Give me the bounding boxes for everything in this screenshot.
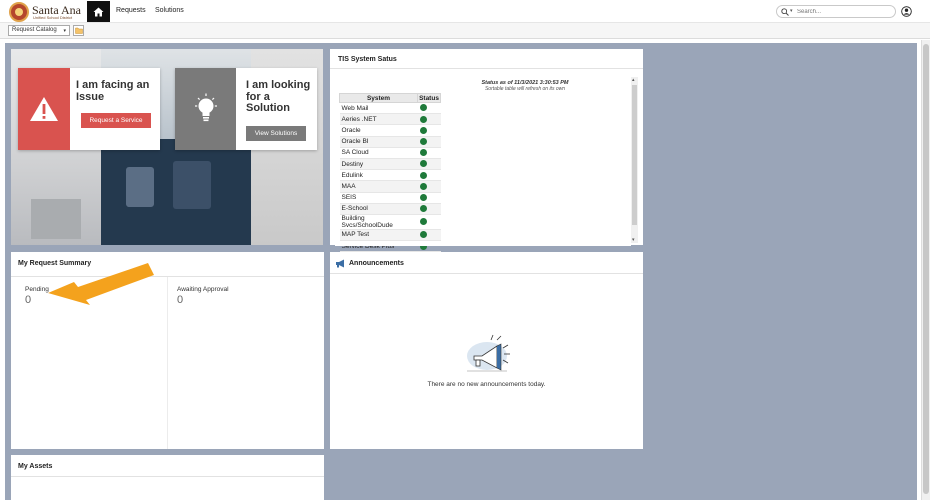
table-row: Aeries .NET xyxy=(339,113,441,126)
system-name: MAP Test xyxy=(339,229,418,242)
system-name: SA Cloud xyxy=(339,147,418,159)
table-row: Web Mail xyxy=(339,102,441,115)
no-announcements-message: There are no new announcements today. xyxy=(427,381,546,388)
page-scroll-thumb[interactable] xyxy=(923,44,929,494)
status-up-icon xyxy=(419,193,427,201)
hero-banner: I am facing an Issue Request a Service I… xyxy=(11,49,323,245)
request-catalog-select[interactable]: Request Catalog ▾ xyxy=(8,25,70,36)
table-row: MAP Test xyxy=(339,229,441,242)
chevron-down-icon: ▾ xyxy=(63,28,66,34)
table-row: SEIS xyxy=(339,192,441,204)
system-name: Oracle BI xyxy=(339,136,418,148)
status-up-icon xyxy=(419,149,427,157)
issue-card[interactable]: I am facing an Issue Request a Service xyxy=(18,68,160,150)
table-row: MAA xyxy=(339,180,441,193)
solution-card[interactable]: I am looking for a Solution View Solutio… xyxy=(175,68,317,150)
toolbar: Request Catalog ▾ xyxy=(0,23,930,39)
awaiting-approval-count[interactable]: 0 xyxy=(177,294,183,306)
pending-count[interactable]: 0 xyxy=(25,294,31,306)
home-icon xyxy=(93,7,104,16)
status-up-icon xyxy=(419,160,427,168)
table-row: Building Svcs/SchoolDude xyxy=(339,214,441,230)
home-button[interactable] xyxy=(87,1,110,22)
announcements-panel: Announcements There are no new announcem… xyxy=(330,252,643,449)
user-profile-icon[interactable] xyxy=(901,6,912,17)
status-up-icon xyxy=(419,171,427,179)
lightbulb-icon xyxy=(194,93,217,122)
status-panel-title: TIS System Satus xyxy=(338,56,397,63)
page-scrollbar[interactable] xyxy=(921,40,930,500)
search-dropdown-icon[interactable]: ▾ xyxy=(790,8,793,14)
search-box[interactable]: ▾ xyxy=(776,5,896,18)
table-row: SA Cloud xyxy=(339,147,441,159)
announcements-title: Announcements xyxy=(349,260,404,267)
status-up-icon xyxy=(419,126,427,134)
search-icon[interactable] xyxy=(781,8,789,16)
assets-title: My Assets xyxy=(18,463,53,470)
system-name: Edulink xyxy=(339,169,418,182)
catalog-folder-button[interactable] xyxy=(73,25,84,36)
search-input[interactable] xyxy=(797,7,892,17)
issue-card-icon-area xyxy=(18,68,70,150)
request-service-button[interactable]: Request a Service xyxy=(81,113,151,128)
awaiting-approval-label[interactable]: Awaiting Approval xyxy=(177,286,229,293)
system-name: Web Mail xyxy=(339,102,418,115)
divider xyxy=(167,277,168,449)
status-up-icon xyxy=(419,231,427,239)
scroll-down-icon[interactable]: ▾ xyxy=(632,237,635,243)
folder-icon xyxy=(74,27,83,34)
system-name: Destiny xyxy=(339,158,418,171)
column-header-status[interactable]: Status xyxy=(417,93,441,103)
table-row: Oracle BI xyxy=(339,136,441,148)
system-name: E-School xyxy=(339,203,418,215)
status-up-icon xyxy=(419,104,427,112)
system-name: SEIS xyxy=(339,192,418,204)
nav-requests[interactable]: Requests xyxy=(116,7,146,14)
status-refresh-note: Sortable table will refresh on its own xyxy=(484,86,566,92)
status-up-icon xyxy=(419,138,427,146)
empty-announcements-illustration-icon xyxy=(467,334,510,372)
system-name: MAA xyxy=(339,180,418,193)
status-up-icon xyxy=(419,115,427,123)
status-panel-header: TIS System Satus xyxy=(330,49,643,69)
status-up-icon xyxy=(419,218,427,226)
nav-solutions[interactable]: Solutions xyxy=(155,7,184,14)
column-header-system[interactable]: System xyxy=(339,93,418,103)
hero-image-detail xyxy=(173,161,211,209)
my-assets-panel: My Assets xyxy=(11,455,324,500)
scroll-up-icon[interactable]: ▴ xyxy=(632,77,635,83)
system-name: Oracle xyxy=(339,124,418,137)
solution-card-icon-area xyxy=(175,68,236,150)
top-nav: Santa Ana Unified School District Reques… xyxy=(0,0,930,23)
hero-image-detail xyxy=(31,199,81,239)
status-scroll-thumb[interactable] xyxy=(632,85,637,225)
table-row: Oracle xyxy=(339,124,441,137)
solution-card-title: I am looking for a Solution xyxy=(246,79,311,114)
annotation-arrow-icon xyxy=(48,263,154,305)
view-solutions-button[interactable]: View Solutions xyxy=(246,126,306,141)
system-status-table: System Status Web Mail Aeries .NET Oracl… xyxy=(339,93,441,253)
table-row: Edulink xyxy=(339,169,441,182)
divider xyxy=(11,476,324,477)
system-name: Aeries .NET xyxy=(339,113,418,126)
hero-image-detail xyxy=(126,167,154,207)
status-scrollbar[interactable]: ▴ ▾ xyxy=(631,77,638,243)
seal-icon xyxy=(9,2,29,22)
status-up-icon xyxy=(419,205,427,213)
system-name: Building Svcs/SchoolDude xyxy=(339,214,418,230)
warning-icon xyxy=(30,97,58,121)
megaphone-icon xyxy=(336,259,344,268)
divider xyxy=(330,273,643,274)
status-table-clip xyxy=(335,242,631,246)
brand-subtitle: Unified School District xyxy=(33,15,73,20)
table-row: E-School xyxy=(339,203,441,215)
table-row: Destiny xyxy=(339,158,441,171)
issue-card-title: I am facing an Issue xyxy=(76,79,150,103)
district-logo[interactable]: Santa Ana Unified School District xyxy=(9,2,89,22)
catalog-label: Request Catalog xyxy=(12,27,57,33)
status-up-icon xyxy=(419,182,427,190)
